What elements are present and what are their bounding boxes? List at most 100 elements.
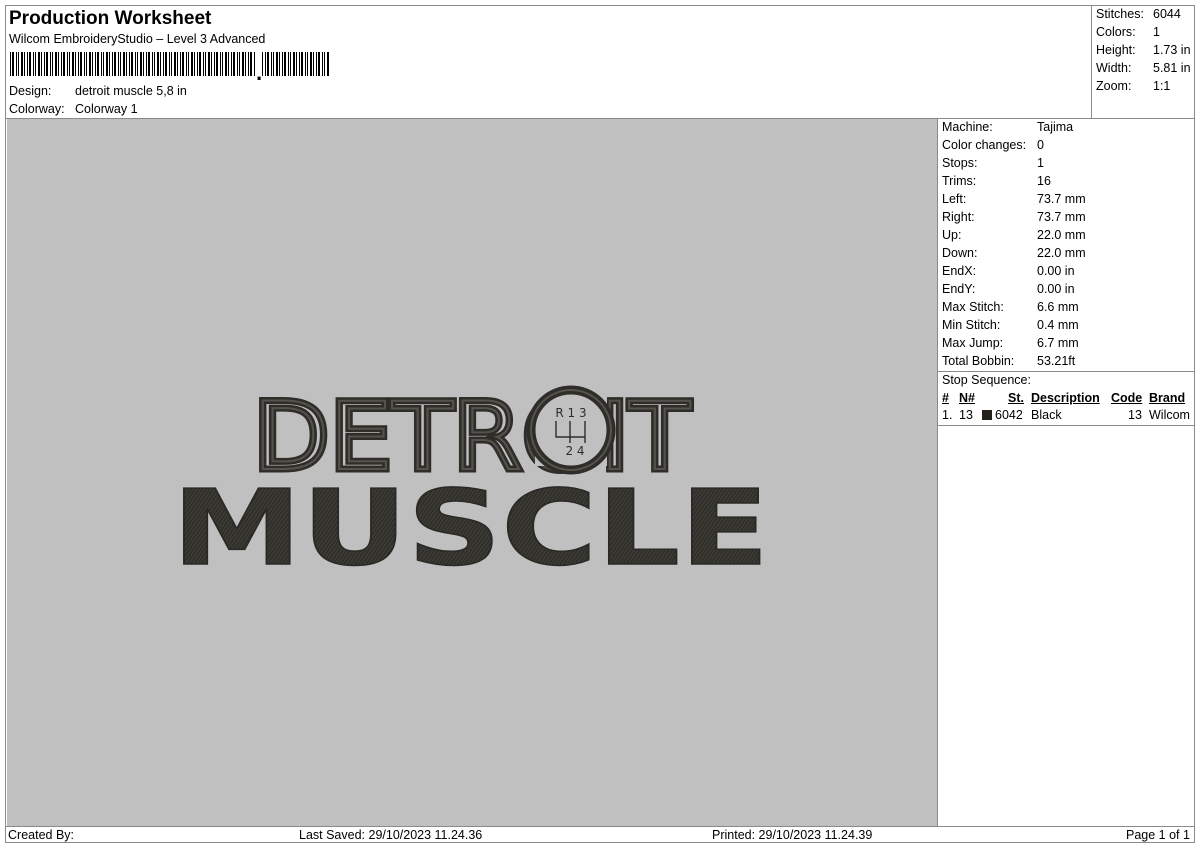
machine-info-row: Machine: Tajima <box>942 120 1073 135</box>
stop-row-number: 1. <box>942 408 953 422</box>
machine-info-value: 6.7 mm <box>1037 336 1079 350</box>
barcode-bar <box>80 52 82 76</box>
barcode-bar <box>109 52 110 76</box>
machine-info-row: Stops: 1 <box>942 156 1044 171</box>
col-header-stitches: St. <box>1008 391 1024 405</box>
summary-row-stitches: Stitches: 6044 <box>1096 7 1181 22</box>
barcode-bar <box>239 52 240 76</box>
machine-info-label: Down: <box>942 246 978 260</box>
created-by: Created By: <box>8 828 75 842</box>
summary-value: 1:1 <box>1153 79 1171 93</box>
barcode-bar <box>101 52 102 76</box>
col-header-brand: Brand <box>1149 391 1186 405</box>
barcode-bar <box>216 52 218 76</box>
barcode-bar <box>55 52 57 76</box>
barcode-bar <box>63 52 65 76</box>
machine-info-value: 6.6 mm <box>1037 300 1079 314</box>
machine-info-panel: Machine: Tajima Color changes: 0 Stops: 1 Trim… <box>937 118 1195 826</box>
machine-info-label: Trims: <box>942 174 977 188</box>
barcode-bar <box>165 52 167 76</box>
barcode-bar <box>120 52 121 76</box>
barcode-bar <box>267 52 269 76</box>
machine-info-label: Max Stitch: <box>942 300 1004 314</box>
barcode-bar <box>27 52 28 76</box>
barcode-bar <box>284 52 286 76</box>
barcode-bar <box>307 52 308 76</box>
summary-value: 5.81 in <box>1153 61 1191 75</box>
machine-info-value: 0.00 in <box>1037 264 1075 278</box>
summary-label: Colors: <box>1096 25 1136 39</box>
software-name: Wilcom EmbroideryStudio – Level 3 Advanc… <box>9 32 266 46</box>
barcode-bar <box>154 52 155 76</box>
barcode-bar <box>290 52 291 76</box>
machine-info-value: 73.7 mm <box>1037 210 1086 224</box>
barcode-bar <box>118 52 119 76</box>
machine-info-value: 16 <box>1037 174 1051 188</box>
machine-info-row: Right: 73.7 mm <box>942 210 1086 225</box>
barcode-bar <box>137 52 138 76</box>
artwork-line-muscle: MUSCLE <box>171 466 770 590</box>
barcode-bar <box>44 52 45 76</box>
barcode-bar <box>214 52 215 76</box>
barcode-bar <box>33 52 34 76</box>
machine-info-row: EndY: 0.00 in <box>942 282 1075 297</box>
machine-info-value: 53.21ft <box>1037 354 1076 368</box>
barcode-bar <box>103 52 104 76</box>
worksheet-frame: Production Worksheet Wilcom EmbroiderySt… <box>5 5 1195 843</box>
barcode-bar <box>203 52 204 76</box>
barcode-bar <box>97 52 99 76</box>
barcode-bar <box>146 52 147 76</box>
summary-value: 6044 <box>1153 7 1181 21</box>
barcode-bar <box>231 52 232 76</box>
barcode-bar <box>18 52 19 76</box>
stop-row-stitches: 6042 <box>995 408 1023 422</box>
barcode-bar <box>316 52 317 76</box>
shift-pattern-bottom: 2 4 <box>565 444 584 458</box>
barcode-bar <box>233 52 235 76</box>
barcode-bar <box>46 52 48 76</box>
summary-value: 1.73 in <box>1153 43 1191 57</box>
barcode-bar <box>180 52 181 76</box>
barcode-bar <box>41 52 42 76</box>
machine-info-label: Up: <box>942 228 962 242</box>
machine-info-label: Color changes: <box>942 138 1027 152</box>
colorway-label: Colorway: <box>9 102 65 116</box>
barcode-bar <box>58 52 59 76</box>
barcode-bar <box>265 52 266 76</box>
barcode-bar <box>174 52 176 76</box>
barcode-bar <box>205 52 206 76</box>
barcode-bar <box>52 52 53 76</box>
machine-info-row: Left: 73.7 mm <box>942 192 1086 207</box>
barcode-bar <box>50 52 51 76</box>
barcode-bar <box>250 52 252 76</box>
machine-info-label: Left: <box>942 192 967 206</box>
thread-color-swatch <box>982 410 992 420</box>
stop-row-description: Black <box>1031 408 1062 422</box>
worksheet-header: Production Worksheet Wilcom EmbroiderySt… <box>6 6 1091 118</box>
barcode-bar <box>296 52 297 76</box>
barcode-bar <box>135 52 136 76</box>
barcode-bar <box>322 52 323 76</box>
barcode-bar <box>208 52 210 76</box>
barcode-bar <box>67 52 68 76</box>
barcode-bar <box>299 52 300 76</box>
machine-info-label: Total Bobbin: <box>942 354 1015 368</box>
barcode-bar <box>21 52 23 76</box>
machine-info-value: 0.4 mm <box>1037 318 1079 332</box>
barcode-bar <box>10 52 11 76</box>
barcode-bar <box>152 52 153 76</box>
barcode-bar <box>248 52 249 76</box>
col-header-description: Description <box>1031 391 1100 405</box>
barcode-bar <box>191 52 193 76</box>
barcode-separator: , <box>256 60 262 80</box>
stop-sequence-label: Stop Sequence: <box>942 373 1031 387</box>
last-saved: Last Saved: 29/10/2023 11.24.36 <box>299 828 483 842</box>
barcode-bar <box>313 52 314 76</box>
page-title: Production Worksheet <box>9 8 212 29</box>
barcode-bar <box>61 52 62 76</box>
barcode-bar <box>78 52 79 76</box>
barcode-bar <box>89 52 91 76</box>
machine-info-value: 73.7 mm <box>1037 192 1086 206</box>
barcode-bar <box>282 52 283 76</box>
barcode-bar <box>163 52 164 76</box>
